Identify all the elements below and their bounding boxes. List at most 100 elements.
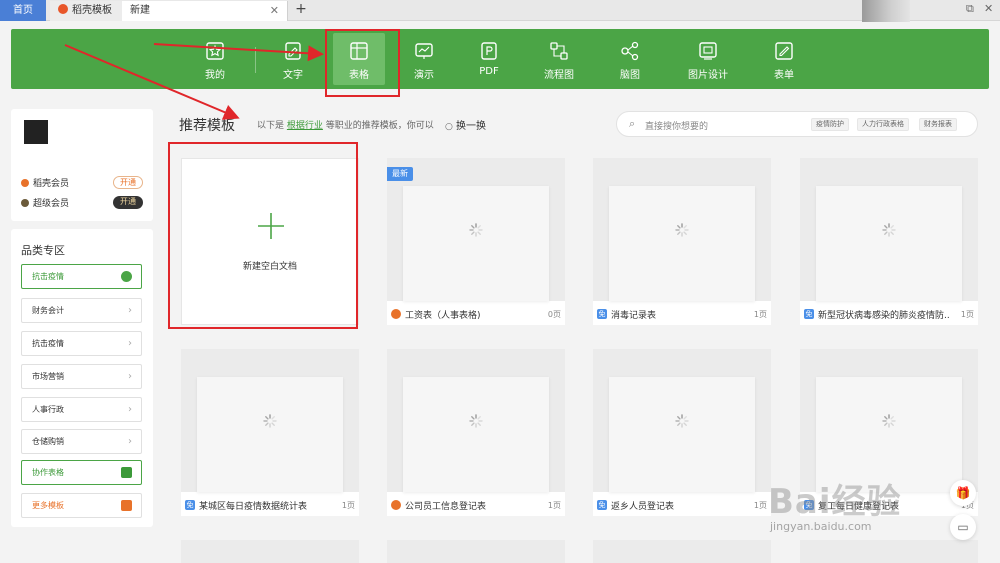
category-item-label: 更多模板 — [32, 501, 64, 510]
flowchart-icon — [550, 42, 568, 60]
template-card[interactable] — [387, 540, 565, 563]
docer-logo-icon — [391, 500, 401, 510]
template-pages: 1页 — [341, 501, 355, 510]
template-name: 工资表（人事表格) — [405, 311, 481, 321]
close-window-icon[interactable]: ✕ — [984, 2, 993, 15]
search-chip[interactable]: 财务报表 — [919, 118, 957, 131]
template-card[interactable]: 免新型冠状病毒感染的肺炎疫情防... 1页 — [800, 158, 978, 325]
tab-new[interactable]: 新建 ✕ — [122, 1, 288, 21]
close-icon[interactable]: ✕ — [270, 1, 279, 20]
template-pages: 1页 — [753, 310, 767, 319]
tool-pdf[interactable]: PDF — [459, 29, 519, 89]
tab-home[interactable]: 首页 — [0, 0, 46, 21]
refresh-button[interactable]: ○ 换一换 — [445, 117, 486, 132]
tool-my-label: 我的 — [205, 70, 225, 81]
tool-mindmap-label: 脑图 — [620, 70, 640, 81]
watermark-url: jingyan.baidu.com — [770, 520, 872, 533]
tool-writer[interactable]: 文字 — [263, 29, 323, 89]
annotation-box-spreadsheet — [325, 29, 400, 97]
super-vip-label: 超级会员 — [33, 199, 70, 209]
super-vip-open-button[interactable]: 开通 — [113, 196, 143, 209]
free-tag-icon: 免 — [185, 500, 195, 510]
template-card[interactable]: 免消毒记录表 1页 — [593, 158, 771, 325]
template-card[interactable]: 最新 工资表（人事表格) 0页 — [387, 158, 565, 325]
template-name: 消毒记录表 — [611, 311, 657, 321]
tool-presentation[interactable]: 演示 — [394, 29, 454, 89]
category-item-marketing[interactable]: 市场营销 › — [21, 364, 142, 389]
search-chip[interactable]: 人力行政表格 — [857, 118, 909, 131]
template-pages: 0页 — [547, 310, 561, 319]
toolbar-divider — [255, 47, 256, 73]
category-item-collab[interactable]: 协作表格 — [21, 460, 142, 485]
template-footer: 免消毒记录表 1页 — [593, 305, 771, 325]
gift-icon[interactable]: 🎁 — [950, 480, 976, 506]
template-thumbnail — [387, 158, 565, 301]
title-bar: 首页 稻壳模板 新建 ✕ + ⧉ ✕ — [0, 0, 1000, 22]
docer-vip-label: 稻壳会员 — [33, 179, 70, 189]
template-paper — [609, 377, 755, 492]
tool-mindmap[interactable]: 脑图 — [600, 29, 660, 89]
search-placeholder: 直接搜你想要的 — [645, 122, 709, 132]
pdf-icon — [481, 42, 497, 60]
layers-icon — [121, 467, 132, 478]
category-item-epidemic-2[interactable]: 抗击疫情 › — [21, 331, 142, 356]
add-tab-button[interactable]: + — [294, 0, 308, 20]
recommend-title: 推荐模板 — [179, 118, 235, 134]
chevron-right-icon: › — [128, 371, 132, 382]
template-thumbnail — [181, 349, 359, 492]
tool-flowchart[interactable]: 流程图 — [529, 29, 589, 89]
category-item-label: 仓储购销 — [32, 437, 64, 446]
template-thumbnail — [387, 349, 565, 492]
tool-writer-label: 文字 — [283, 70, 303, 81]
category-item-label: 人事行政 — [32, 405, 64, 414]
chevron-right-icon: › — [128, 305, 132, 316]
tool-form[interactable]: 表单 — [754, 29, 814, 89]
template-card[interactable]: 公司员工信息登记表 1页 — [387, 349, 565, 516]
industry-link[interactable]: 根据行业 — [287, 121, 323, 131]
template-footer: 免新型冠状病毒感染的肺炎疫情防... 1页 — [800, 305, 978, 325]
category-item-label: 协作表格 — [32, 468, 64, 477]
search-chip[interactable]: 疫情防护 — [811, 118, 849, 131]
template-paper — [816, 186, 962, 301]
template-card[interactable] — [593, 540, 771, 563]
search-icon: ⌕ — [629, 117, 636, 130]
bear-icon — [121, 271, 132, 282]
template-card[interactable]: 免返乡人员登记表 1页 — [593, 349, 771, 516]
docer-logo-icon — [121, 500, 132, 511]
super-vip-row: 超级会员 开通 — [21, 196, 143, 210]
new-badge: 最新 — [387, 167, 413, 181]
tool-my[interactable]: 我的 — [185, 29, 245, 89]
feedback-icon[interactable]: ▭ — [950, 514, 976, 540]
category-item-hr[interactable]: 人事行政 › — [21, 397, 142, 422]
category-item-warehouse[interactable]: 仓储购销 › — [21, 429, 142, 454]
loading-spinner-icon — [469, 414, 483, 428]
template-footer: 免某城区每日疫情数据统计表 1页 — [181, 496, 359, 516]
template-card[interactable] — [181, 540, 359, 563]
template-thumbnail — [800, 158, 978, 301]
template-pages: 1页 — [960, 310, 974, 319]
template-card[interactable]: 免某城区每日疫情数据统计表 1页 — [181, 349, 359, 516]
baidu-jingyan-watermark: Bai经验 jingyan.baidu.com — [758, 468, 958, 548]
watermark-brand: Bai经验 — [768, 482, 902, 522]
super-vip-icon — [21, 199, 29, 207]
chevron-right-icon: › — [128, 404, 132, 415]
user-panel: 稻壳会员 开通 超级会员 开通 — [11, 109, 153, 221]
tab-docer-label: 稻壳模板 — [72, 5, 112, 16]
desc-prefix: 以下是 — [257, 121, 285, 131]
category-item-finance[interactable]: 财务会计 › — [21, 298, 142, 323]
loading-spinner-icon — [882, 223, 896, 237]
category-item-epidemic[interactable]: 抗击疫情 — [21, 264, 142, 289]
docer-logo-icon — [58, 4, 68, 14]
refresh-icon: ○ — [445, 122, 453, 132]
category-item-more[interactable]: 更多模板 — [21, 493, 142, 518]
tool-image-design[interactable]: 图片设计 — [678, 29, 738, 89]
user-avatar[interactable] — [24, 120, 48, 144]
new-file-type-toolbar: 我的 文字 表格 演示 PDF 流程图 脑图 图片设计 表单 — [11, 29, 989, 89]
restore-window-icon[interactable]: ⧉ — [966, 2, 974, 16]
template-pages: 1页 — [547, 501, 561, 510]
category-title: 品类专区 — [21, 244, 65, 257]
search-input[interactable]: ⌕ 直接搜你想要的 疫情防护 人力行政表格 财务报表 — [616, 111, 978, 137]
avatar[interactable] — [862, 0, 910, 22]
desc-suffix: 等职业的推荐模板，你可以 — [325, 121, 434, 131]
docer-vip-open-button[interactable]: 开通 — [113, 176, 143, 189]
